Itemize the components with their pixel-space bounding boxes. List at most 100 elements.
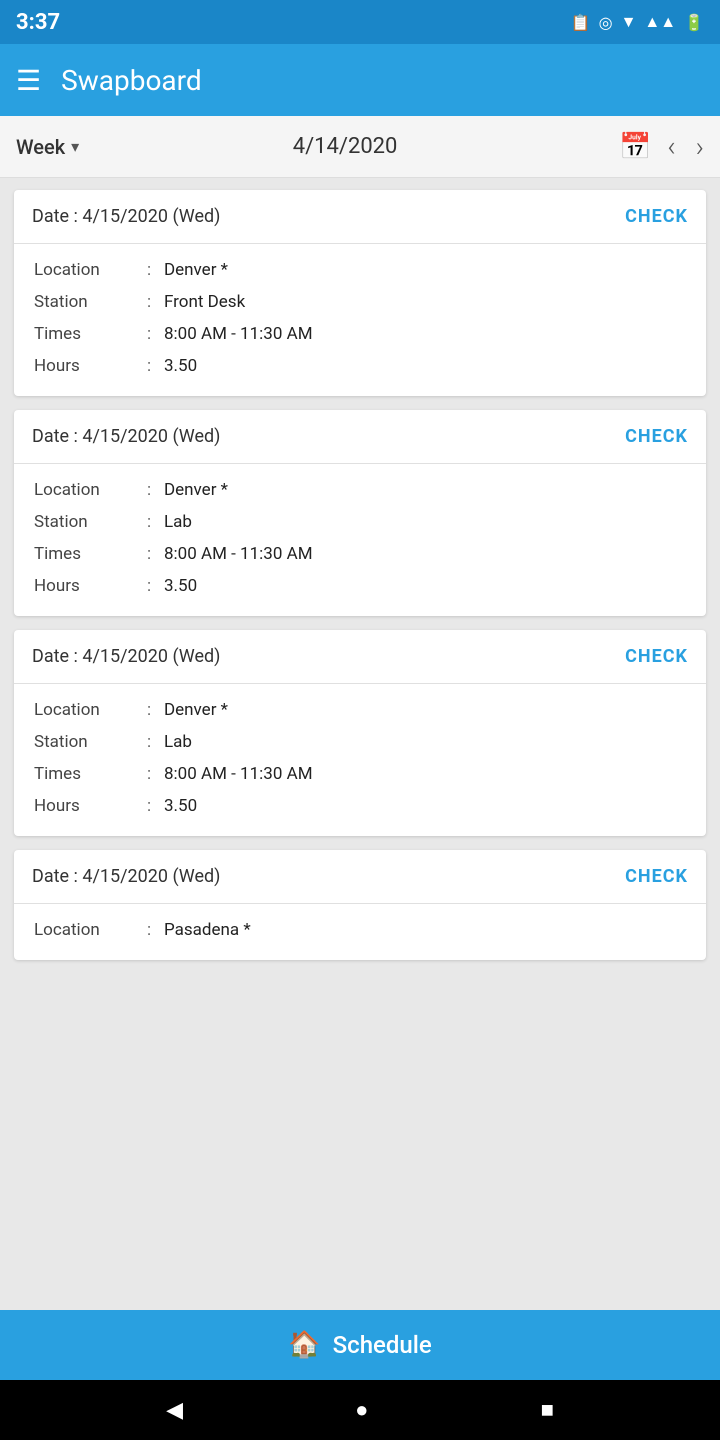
station-label: Station: [34, 292, 134, 312]
status-time: 3:37: [16, 10, 60, 35]
card-header: Date : 4/15/2020 (Wed) CHECK: [14, 410, 706, 464]
location-value: Denver *: [164, 700, 228, 720]
hours-row: Hours : 3.50: [34, 570, 686, 602]
content-area: Date : 4/15/2020 (Wed) CHECK Location : …: [0, 178, 720, 1310]
check-button[interactable]: CHECK: [625, 646, 688, 667]
hours-row: Hours : 3.50: [34, 350, 686, 382]
home-button[interactable]: ●: [355, 1397, 368, 1423]
separator: :: [134, 324, 164, 344]
station-row: Station : Lab: [34, 506, 686, 538]
times-row: Times : 8:00 AM - 11:30 AM: [34, 318, 686, 350]
battery-icon: 🔋: [684, 13, 704, 32]
shift-card: Date : 4/15/2020 (Wed) CHECK Location : …: [14, 190, 706, 396]
chevron-down-icon[interactable]: ▾: [71, 137, 79, 156]
card-date: Date : 4/15/2020 (Wed): [32, 426, 220, 447]
notification-icon: 📋: [571, 13, 591, 32]
station-label: Station: [34, 732, 134, 752]
shift-card: Date : 4/15/2020 (Wed) CHECK Location : …: [14, 630, 706, 836]
station-row: Station : Front Desk: [34, 286, 686, 318]
status-bar: 3:37 📋 ◎ ▼ ▲▲ 🔋: [0, 0, 720, 44]
target-icon: ◎: [599, 13, 613, 32]
card-body: Location : Pasadena *: [14, 904, 706, 960]
location-label: Location: [34, 920, 134, 940]
location-row: Location : Denver *: [34, 254, 686, 286]
separator: :: [134, 576, 164, 596]
signal-icon: ▲▲: [644, 12, 676, 32]
hours-label: Hours: [34, 796, 134, 816]
separator: :: [134, 292, 164, 312]
station-value: Front Desk: [164, 292, 245, 312]
hours-row: Hours : 3.50: [34, 790, 686, 822]
wifi-icon: ▼: [621, 12, 637, 32]
location-label: Location: [34, 480, 134, 500]
shift-card: Date : 4/15/2020 (Wed) CHECK Location : …: [14, 850, 706, 960]
separator: :: [134, 544, 164, 564]
location-value: Denver *: [164, 480, 228, 500]
card-date: Date : 4/15/2020 (Wed): [32, 206, 220, 227]
card-date: Date : 4/15/2020 (Wed): [32, 866, 220, 887]
times-value: 8:00 AM - 11:30 AM: [164, 544, 313, 564]
times-label: Times: [34, 544, 134, 564]
next-arrow[interactable]: ›: [696, 130, 704, 163]
separator: :: [134, 764, 164, 784]
schedule-button[interactable]: 🏠 Schedule: [0, 1310, 720, 1380]
location-row: Location : Denver *: [34, 474, 686, 506]
toolbar: Week ▾ 4/14/2020 📅 ‹ ›: [0, 116, 720, 178]
app-bar: ☰ Swapboard: [0, 44, 720, 116]
app-title: Swapboard: [61, 64, 704, 97]
location-label: Location: [34, 700, 134, 720]
hours-label: Hours: [34, 576, 134, 596]
back-button[interactable]: ◀: [166, 1398, 183, 1423]
schedule-label: Schedule: [333, 1331, 432, 1359]
nav-icons: ‹ ›: [667, 130, 704, 163]
station-value: Lab: [164, 732, 192, 752]
times-row: Times : 8:00 AM - 11:30 AM: [34, 758, 686, 790]
separator: :: [134, 356, 164, 376]
check-button[interactable]: CHECK: [625, 206, 688, 227]
times-label: Times: [34, 764, 134, 784]
separator: :: [134, 512, 164, 532]
prev-arrow[interactable]: ‹: [667, 130, 675, 163]
check-button[interactable]: CHECK: [625, 426, 688, 447]
times-row: Times : 8:00 AM - 11:30 AM: [34, 538, 686, 570]
menu-icon[interactable]: ☰: [16, 64, 41, 97]
hours-value: 3.50: [164, 576, 197, 596]
separator: :: [134, 732, 164, 752]
week-label: Week: [16, 135, 65, 159]
card-date: Date : 4/15/2020 (Wed): [32, 646, 220, 667]
separator: :: [134, 480, 164, 500]
times-label: Times: [34, 324, 134, 344]
date-display: 4/14/2020: [79, 134, 611, 159]
location-row: Location : Denver *: [34, 694, 686, 726]
card-header: Date : 4/15/2020 (Wed) CHECK: [14, 850, 706, 904]
home-icon: 🏠: [288, 1330, 320, 1360]
separator: :: [134, 920, 164, 940]
check-button[interactable]: CHECK: [625, 866, 688, 887]
card-body: Location : Denver * Station : Front Desk…: [14, 244, 706, 396]
separator: :: [134, 796, 164, 816]
separator: :: [134, 260, 164, 280]
recent-button[interactable]: ■: [541, 1397, 554, 1423]
shift-card: Date : 4/15/2020 (Wed) CHECK Location : …: [14, 410, 706, 616]
separator: :: [134, 700, 164, 720]
calendar-icon[interactable]: 📅: [619, 132, 651, 162]
station-value: Lab: [164, 512, 192, 532]
hours-value: 3.50: [164, 796, 197, 816]
status-icons: 📋 ◎ ▼ ▲▲ 🔋: [571, 12, 704, 32]
location-row: Location : Pasadena *: [34, 914, 686, 946]
times-value: 8:00 AM - 11:30 AM: [164, 324, 313, 344]
location-value: Denver *: [164, 260, 228, 280]
hours-value: 3.50: [164, 356, 197, 376]
station-row: Station : Lab: [34, 726, 686, 758]
location-value: Pasadena *: [164, 920, 251, 940]
card-body: Location : Denver * Station : Lab Times …: [14, 464, 706, 616]
card-header: Date : 4/15/2020 (Wed) CHECK: [14, 190, 706, 244]
location-label: Location: [34, 260, 134, 280]
card-body: Location : Denver * Station : Lab Times …: [14, 684, 706, 836]
android-nav-bar: ◀ ● ■: [0, 1380, 720, 1440]
hours-label: Hours: [34, 356, 134, 376]
week-selector[interactable]: Week ▾: [16, 135, 79, 159]
station-label: Station: [34, 512, 134, 532]
times-value: 8:00 AM - 11:30 AM: [164, 764, 313, 784]
card-header: Date : 4/15/2020 (Wed) CHECK: [14, 630, 706, 684]
